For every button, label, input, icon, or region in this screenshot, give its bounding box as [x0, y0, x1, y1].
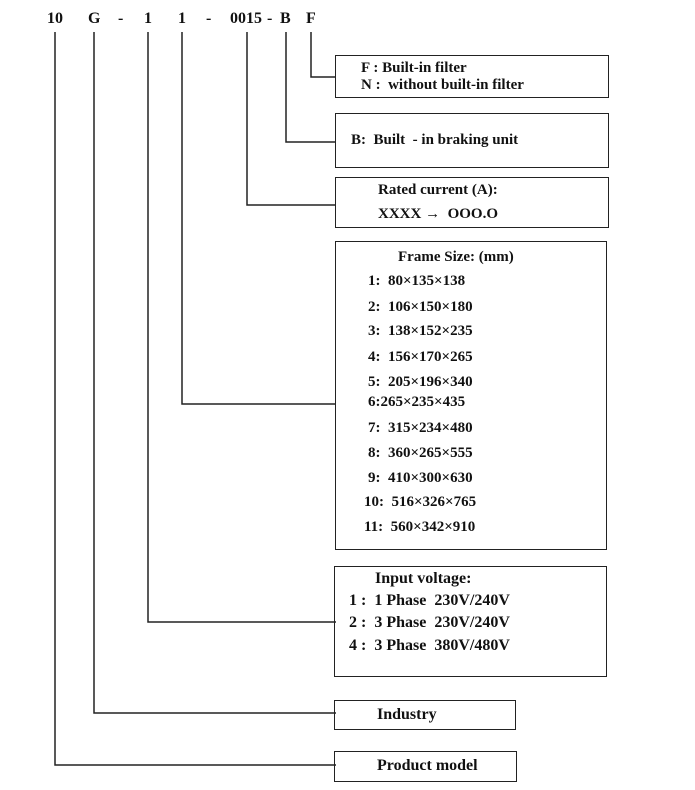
- braking-text: B: Built - in braking unit: [351, 132, 519, 148]
- current-format: XXXX → OOO.O: [378, 206, 498, 222]
- braking-box: B: Built - in braking unit: [335, 113, 609, 168]
- connector-industry: [93, 32, 336, 714]
- connector-frame: [181, 32, 336, 405]
- frame-item: 3: 138×152×235: [368, 323, 473, 339]
- frame-item: 4: 156×170×265: [368, 349, 473, 365]
- connector-voltage: [147, 32, 336, 623]
- current-box: Rated current (A): XXXX → OOO.O: [335, 177, 609, 228]
- connector-current: [246, 32, 336, 206]
- frame-item: 11: 560×342×910: [364, 519, 476, 535]
- filter-box: F : Built-in filter N : without built-in…: [335, 55, 609, 98]
- frame-item: 7: 315×234×480: [368, 420, 473, 436]
- voltage-title: Input voltage:: [375, 570, 472, 587]
- industry-label: Industry: [377, 706, 437, 723]
- filter-option-n: N : without built-in filter: [361, 77, 524, 93]
- frame-item: 2: 106×150×180: [368, 299, 473, 315]
- industry-box: Industry: [334, 700, 516, 730]
- voltage-item: 1 : 1 Phase 230V/240V: [349, 592, 510, 609]
- voltage-item: 4 : 3 Phase 380V/480V: [349, 637, 510, 654]
- frame-item: 9: 410×300×630: [368, 470, 473, 486]
- frame-item: 1: 80×135×138: [368, 273, 466, 289]
- current-title: Rated current (A):: [378, 182, 498, 198]
- frame-item: 5: 205×196×340: [368, 374, 473, 390]
- connector-filter: [310, 32, 336, 78]
- frame-size-box: Frame Size: (mm) 1: 80×135×138 2: 106×15…: [335, 241, 607, 550]
- product-model-label: Product model: [377, 757, 478, 774]
- frame-item: 8: 360×265×555: [368, 445, 473, 461]
- frame-item: 6:265×235×435: [368, 394, 466, 410]
- frame-title: Frame Size: (mm): [398, 249, 514, 265]
- input-voltage-box: Input voltage: 1 : 1 Phase 230V/240V 2 :…: [334, 566, 607, 677]
- frame-item: 10: 516×326×765: [364, 494, 477, 510]
- voltage-item: 2 : 3 Phase 230V/240V: [349, 614, 510, 631]
- filter-option-f: F : Built-in filter: [361, 60, 467, 76]
- product-model-box: Product model: [334, 751, 517, 782]
